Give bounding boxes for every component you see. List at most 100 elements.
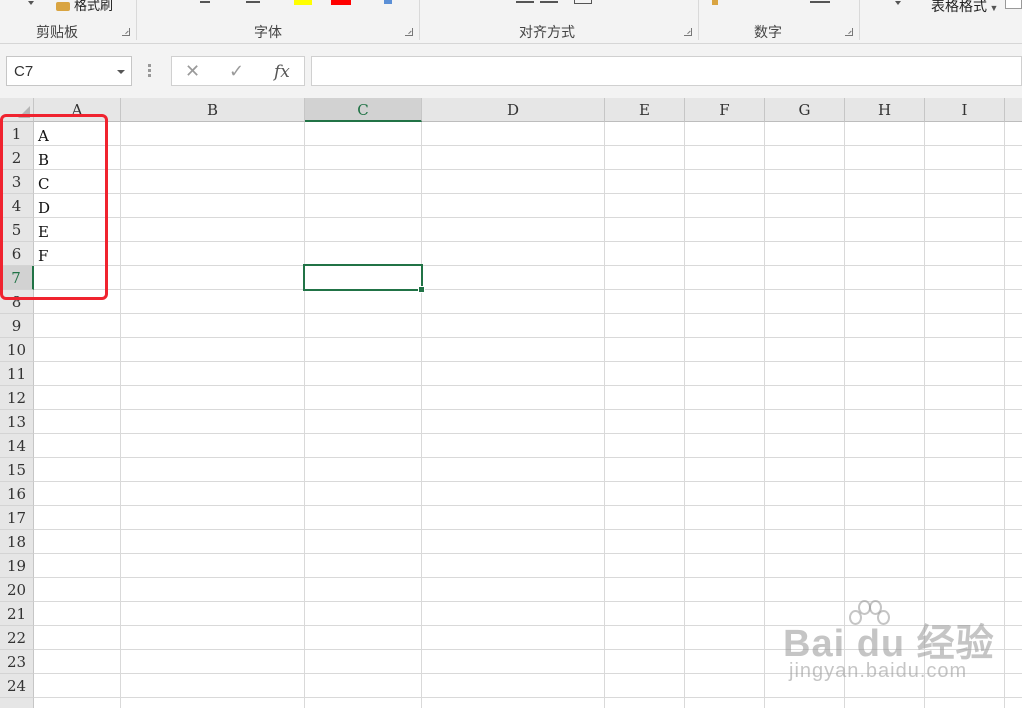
row-header-16[interactable]: 16 [0,482,34,506]
clipboard-launcher-icon[interactable] [122,28,130,36]
decimal-tool-stub[interactable] [810,1,830,3]
column-header-partial[interactable] [1005,98,1022,122]
group-label-font: 字体 [254,24,282,40]
row-header-24[interactable]: 24 [0,674,34,698]
gridline [34,625,1022,626]
group-divider [859,0,860,40]
merge-tool-stub[interactable] [574,0,592,4]
splitter-handle-icon[interactable] [148,64,151,78]
column-header-e[interactable]: E [605,98,685,122]
formula-bar: C7 ✕ ✓ fx [0,44,1022,98]
formula-input[interactable] [311,56,1022,86]
font-launcher-icon[interactable] [405,28,413,36]
border-dropdown-stub[interactable] [246,1,260,3]
column-header-c[interactable]: C [305,98,422,122]
gridline [1004,122,1005,708]
gridline [924,122,925,708]
gridline [764,122,765,708]
row-header-13[interactable]: 13 [0,410,34,434]
fill-handle[interactable] [418,286,425,293]
name-box[interactable]: C7 [6,56,132,86]
gridline [421,122,422,708]
worksheet-grid[interactable]: A B C D E F G H I 1 2 3 4 5 6 7 8 9 10 1… [0,98,1022,708]
paste-dropdown-caret[interactable] [28,1,34,5]
format-as-table-label: 表格格式 [931,0,987,14]
gridline [34,649,1022,650]
row-header-20[interactable]: 20 [0,578,34,602]
border-tool-stub[interactable] [200,1,210,3]
fill-color-swatch[interactable] [294,0,312,5]
chevron-down-icon[interactable] [117,70,125,74]
gridline [34,457,1022,458]
ribbon: 格式刷 剪贴板 字体 对齐方式 数字 表格格式 ▼ [0,0,1022,44]
row-header-11[interactable]: 11 [0,362,34,386]
name-box-value: C7 [14,63,34,80]
gridline [34,673,1022,674]
gridline [34,313,1022,314]
gridline [844,122,845,708]
row-header-14[interactable]: 14 [0,434,34,458]
gridline [34,169,1022,170]
paintbrush-icon [56,2,70,12]
group-divider [136,0,137,40]
cell-styles-stub[interactable] [1005,0,1022,9]
indent-tool-stub[interactable] [516,1,534,3]
column-header-b[interactable]: B [121,98,305,122]
gridline [34,481,1022,482]
gridline [34,361,1022,362]
gridline [120,122,121,708]
gridline [34,433,1022,434]
gridline [34,577,1022,578]
row-header-9[interactable]: 9 [0,314,34,338]
group-label-clipboard: 剪贴板 [36,24,78,40]
annotation-highlight-box [0,114,108,300]
gridline [34,529,1022,530]
gridline [34,289,1022,290]
row-header-22[interactable]: 22 [0,626,34,650]
gridline [604,122,605,708]
row-header-23[interactable]: 23 [0,650,34,674]
active-cell-c7[interactable] [303,264,425,293]
insert-function-button[interactable]: fx [274,62,290,82]
alignment-launcher-icon[interactable] [684,28,692,36]
gridline [34,553,1022,554]
row-header-19[interactable]: 19 [0,554,34,578]
number-launcher-icon[interactable] [845,28,853,36]
column-header-f[interactable]: F [685,98,765,122]
group-divider [698,0,699,40]
gridline [34,193,1022,194]
column-header-i[interactable]: I [925,98,1005,122]
conditional-format-caret[interactable] [895,1,901,5]
column-header-g[interactable]: G [765,98,845,122]
format-painter-button[interactable]: 格式刷 [56,0,113,14]
column-header-h[interactable]: H [845,98,925,122]
currency-tool-stub[interactable] [712,0,718,5]
row-header-partial[interactable] [0,698,34,708]
gridline [684,122,685,708]
gridline [34,217,1022,218]
row-header-12[interactable]: 12 [0,386,34,410]
row-header-10[interactable]: 10 [0,338,34,362]
gridline [34,145,1022,146]
row-header-15[interactable]: 15 [0,458,34,482]
font-color-swatch[interactable] [331,0,351,5]
row-header-21[interactable]: 21 [0,602,34,626]
gridline [34,409,1022,410]
phonetic-tool-stub[interactable] [384,0,392,4]
column-header-d[interactable]: D [422,98,605,122]
row-header-18[interactable]: 18 [0,530,34,554]
enter-icon[interactable]: ✓ [229,61,244,82]
group-divider [419,0,420,40]
gridline [34,265,1022,266]
gridline [34,601,1022,602]
gridline [304,122,305,708]
format-as-table-button[interactable]: 表格格式 ▼ [931,0,998,16]
cancel-icon[interactable]: ✕ [185,61,200,82]
indent-tool-stub[interactable] [540,1,558,3]
formula-buttons: ✕ ✓ fx [171,56,305,86]
format-painter-label: 格式刷 [74,0,114,13]
gridline [34,697,1022,698]
gridline [34,505,1022,506]
row-header-17[interactable]: 17 [0,506,34,530]
group-label-alignment: 对齐方式 [519,24,575,40]
